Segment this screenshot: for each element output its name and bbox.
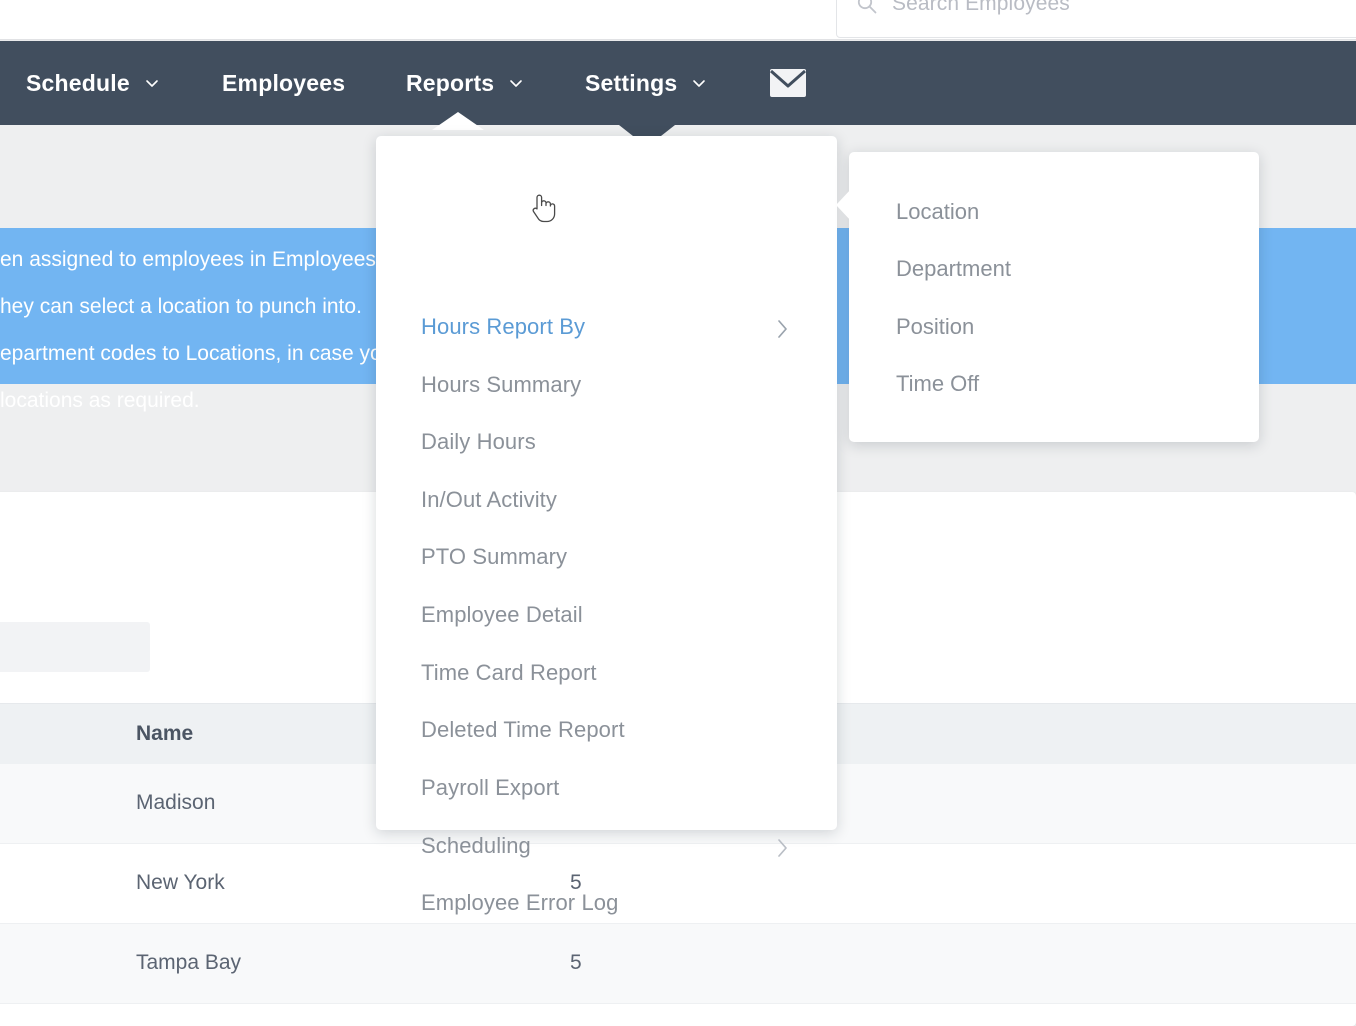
menu-item-hours-summary[interactable]: Hours Summary bbox=[376, 369, 837, 409]
menu-item-in-out-activity[interactable]: In/Out Activity bbox=[376, 484, 837, 524]
nav-item-employees-label: Employees bbox=[222, 69, 346, 96]
menu-item-label: Employee Error Log bbox=[421, 890, 619, 915]
submenu-item-label: Position bbox=[896, 314, 975, 339]
messages-button[interactable] bbox=[768, 41, 808, 125]
chevron-down-icon bbox=[144, 75, 160, 91]
chevron-right-icon bbox=[775, 317, 791, 347]
submenu-item-label: Department bbox=[896, 256, 1011, 281]
table-cell-name: Madison bbox=[136, 791, 216, 814]
menu-item-label: Employee Detail bbox=[421, 602, 583, 627]
menu-item-label: Daily Hours bbox=[421, 429, 536, 454]
menu-item-label: Payroll Export bbox=[421, 775, 560, 800]
menu-item-deleted-time-report[interactable]: Deleted Time Report bbox=[376, 714, 837, 754]
menu-item-daily-hours[interactable]: Daily Hours bbox=[376, 426, 837, 466]
menu-item-label: Hours Report By bbox=[421, 314, 586, 339]
menu-item-label: Scheduling bbox=[421, 833, 531, 858]
submenu-item-time-off[interactable]: Time Off bbox=[896, 367, 979, 401]
chevron-down-icon bbox=[691, 75, 707, 91]
submenu-item-label: Time Off bbox=[896, 371, 980, 396]
main-navigation-bar: Schedule Employees Reports Settings bbox=[0, 41, 1356, 125]
submenu-item-label: Location bbox=[896, 199, 980, 224]
submenu-item-location[interactable]: Location bbox=[896, 195, 979, 229]
nav-item-schedule[interactable]: Schedule bbox=[26, 41, 160, 125]
menu-item-label: Hours Summary bbox=[421, 372, 582, 397]
menu-item-label: PTO Summary bbox=[421, 544, 568, 569]
chevron-right-icon bbox=[775, 836, 791, 866]
hours-report-by-submenu: Location Department Position Time Off bbox=[849, 152, 1259, 442]
table-cell-name: New York bbox=[136, 871, 225, 894]
menu-item-label: In/Out Activity bbox=[421, 487, 557, 512]
nav-item-schedule-label: Schedule bbox=[26, 69, 130, 96]
nav-item-settings[interactable]: Settings bbox=[585, 41, 707, 125]
menu-item-payroll-export[interactable]: Payroll Export bbox=[376, 772, 837, 812]
menu-item-label: Deleted Time Report bbox=[421, 717, 625, 742]
menu-item-employee-error-log[interactable]: Employee Error Log bbox=[376, 887, 837, 927]
search-icon bbox=[856, 0, 878, 15]
search-placeholder-text: Search Employees bbox=[892, 0, 1070, 15]
table-row[interactable]: Tampa Bay 5 bbox=[0, 924, 1356, 1004]
envelope-icon bbox=[769, 68, 807, 98]
menu-item-label: Time Card Report bbox=[421, 660, 597, 685]
chevron-down-icon bbox=[508, 75, 524, 91]
menu-item-employee-detail[interactable]: Employee Detail bbox=[376, 599, 837, 639]
menu-item-pto-summary[interactable]: PTO Summary bbox=[376, 541, 837, 581]
submenu-item-position[interactable]: Position bbox=[896, 310, 974, 344]
nav-item-settings-label: Settings bbox=[585, 69, 678, 96]
nav-item-employees[interactable]: Employees bbox=[222, 41, 345, 125]
menu-item-time-card-report[interactable]: Time Card Report bbox=[376, 657, 837, 697]
nav-item-reports-label: Reports bbox=[406, 69, 495, 96]
table-column-header-name[interactable]: Name bbox=[136, 722, 193, 746]
menu-item-hours-report-by[interactable]: Hours Report By bbox=[376, 311, 837, 351]
table-cell-count: 5 bbox=[570, 951, 582, 974]
table-cell-name: Tampa Bay bbox=[136, 951, 242, 974]
submenu-item-department[interactable]: Department bbox=[896, 252, 1011, 286]
dropdown-pointer-light bbox=[432, 112, 484, 130]
table-filter-input[interactable] bbox=[0, 622, 150, 672]
submenu-pointer bbox=[836, 188, 852, 222]
reports-dropdown-menu: Hours Report By Hours Summary Daily Hour… bbox=[376, 136, 837, 915]
menu-item-scheduling[interactable]: Scheduling bbox=[376, 830, 837, 870]
